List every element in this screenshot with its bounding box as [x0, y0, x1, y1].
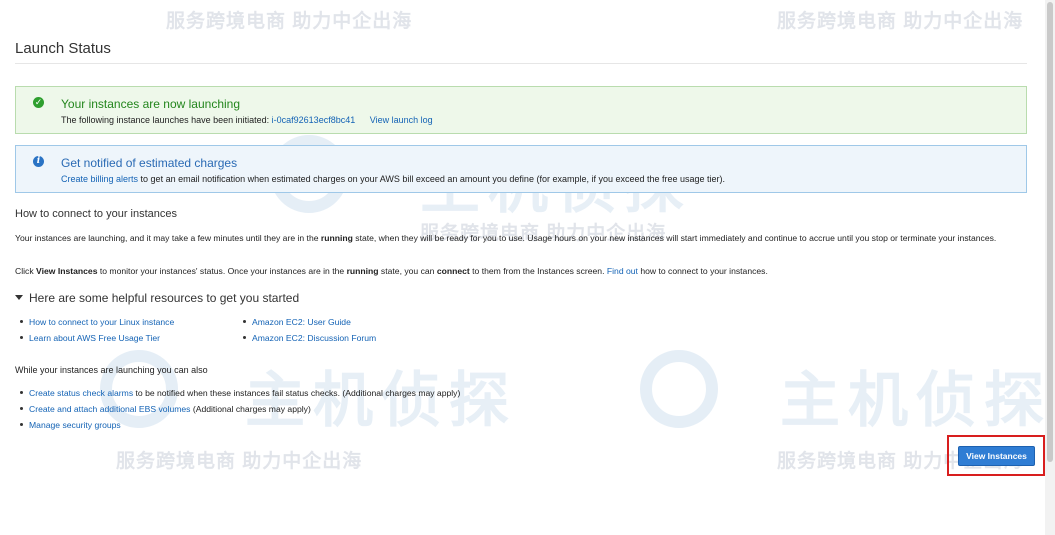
user-guide-link[interactable]: Amazon EC2: User Guide: [252, 317, 351, 327]
list-item: Amazon EC2: Discussion Forum: [238, 330, 376, 346]
status-check-alarms-link[interactable]: Create status check alarms: [29, 388, 133, 398]
list-item: Create and attach additional EBS volumes…: [15, 401, 460, 417]
text: Click: [15, 266, 37, 276]
while-launching-list: Create status check alarms to be notifie…: [15, 385, 460, 433]
info-alert-message: to get an email notification when estima…: [138, 174, 726, 184]
discussion-forum-link[interactable]: Amazon EC2: Discussion Forum: [252, 333, 376, 343]
security-groups-link[interactable]: Manage security groups: [29, 420, 121, 430]
list-item: Create status check alarms to be notifie…: [15, 385, 460, 401]
text: state, you can: [378, 266, 437, 276]
view-instances-paragraph: Click View Instances to monitor your ins…: [15, 265, 1025, 278]
list-item: How to connect to your Linux instance: [15, 314, 174, 330]
text: Your instances are launching, and it may…: [15, 233, 321, 243]
ebs-volumes-link[interactable]: Create and attach additional EBS volumes: [29, 404, 190, 414]
resources-toggle[interactable]: Here are some helpful resources to get y…: [15, 291, 299, 305]
while-launching-title: While your instances are launching you c…: [15, 365, 208, 375]
text-emphasis: running: [320, 233, 353, 243]
instance-id-link[interactable]: i-0caf92613ecf8bc41: [272, 115, 356, 125]
resources-list-right: Amazon EC2: User Guide Amazon EC2: Discu…: [238, 314, 376, 346]
item-text: to be notified when these instances fail…: [133, 388, 461, 398]
billing-info-alert: i Get notified of estimated charges Crea…: [15, 145, 1027, 193]
info-alert-heading: Get notified of estimated charges: [61, 156, 238, 170]
view-instances-button[interactable]: View Instances: [958, 446, 1035, 466]
launch-info-paragraph: Your instances are launching, and it may…: [15, 232, 1025, 245]
list-item: Learn about AWS Free Usage Tier: [15, 330, 174, 346]
caret-down-icon: [15, 295, 23, 301]
info-alert-text: Create billing alerts to get an email no…: [61, 174, 725, 184]
watermark-slogan: 服务跨境电商 助力中企出海: [166, 11, 413, 32]
text: to them from the Instances screen.: [469, 266, 607, 276]
free-tier-link[interactable]: Learn about AWS Free Usage Tier: [29, 333, 160, 343]
find-out-link[interactable]: Find out: [607, 266, 638, 276]
watermark-slogan: 服务跨境电商 助力中企出海: [116, 451, 363, 472]
create-billing-alerts-link[interactable]: Create billing alerts: [61, 174, 138, 184]
text-emphasis: View Instances: [36, 266, 98, 276]
watermark-slogan: 服务跨境电商 助力中企出海: [777, 11, 1024, 32]
title-divider: [15, 63, 1027, 64]
text-emphasis: running: [346, 266, 379, 276]
scrollbar-thumb[interactable]: [1047, 2, 1053, 462]
info-circle-icon: i: [33, 156, 44, 167]
resources-list-left: How to connect to your Linux instance Le…: [15, 314, 174, 346]
list-item: Amazon EC2: User Guide: [238, 314, 376, 330]
list-item: Manage security groups: [15, 417, 460, 433]
success-alert-text: The following instance launches have bee…: [61, 115, 433, 125]
resources-title: Here are some helpful resources to get y…: [29, 291, 300, 305]
connect-section-title: How to connect to your instances: [15, 208, 178, 220]
page-title: Launch Status: [15, 40, 111, 57]
success-alert-heading: Your instances are now launching: [61, 97, 241, 111]
text: how to connect to your instances.: [637, 266, 768, 276]
watermark-logo-icon: [640, 350, 718, 428]
text-emphasis: connect: [436, 266, 470, 276]
text: to monitor your instances' status. Once …: [97, 266, 347, 276]
text: state, when they will be ready for you t…: [352, 233, 997, 243]
view-launch-log-link[interactable]: View launch log: [370, 115, 433, 125]
item-text: (Additional charges may apply): [190, 404, 311, 414]
success-alert-message: The following instance launches have bee…: [61, 115, 270, 125]
success-alert: ✓ Your instances are now launching The f…: [15, 86, 1027, 134]
check-circle-icon: ✓: [33, 97, 44, 108]
linux-connect-link[interactable]: How to connect to your Linux instance: [29, 317, 174, 327]
